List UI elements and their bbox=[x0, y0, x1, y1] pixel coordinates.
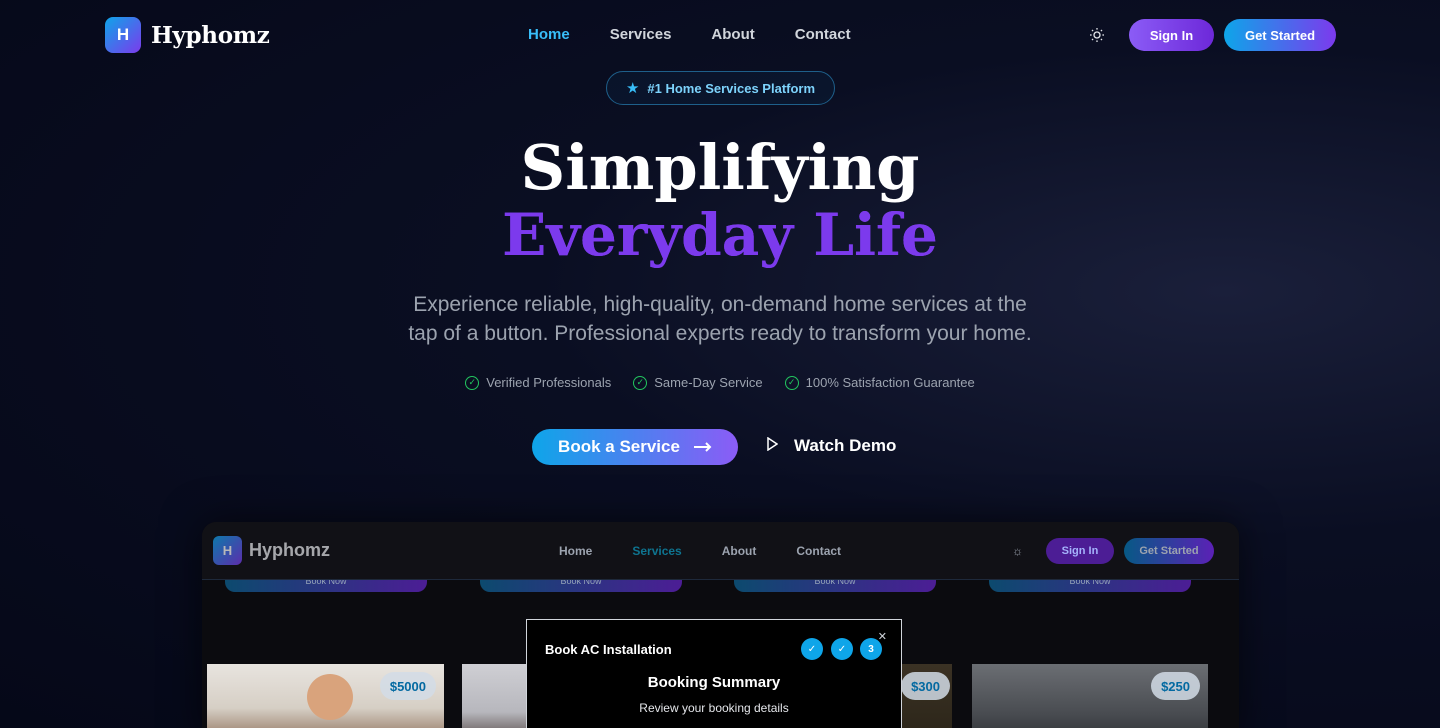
service-card: $250 bbox=[972, 664, 1208, 728]
nav-link-contact[interactable]: Contact bbox=[795, 26, 851, 43]
feature-list: ✓ Verified Professionals ✓ Same-Day Serv… bbox=[0, 375, 1440, 390]
feature-item: ✓ Verified Professionals bbox=[465, 375, 611, 390]
play-icon bbox=[766, 436, 779, 456]
check-circle-icon: ✓ bbox=[784, 375, 799, 390]
preview-book-now: Book Now bbox=[225, 580, 427, 592]
feature-label: 100% Satisfaction Guarantee bbox=[805, 375, 975, 390]
preview-link-home: Home bbox=[559, 544, 593, 558]
preview-sun-icon: ☼ bbox=[1012, 544, 1023, 558]
service-card: $300 bbox=[900, 664, 952, 728]
modal-title: Book AC Installation bbox=[545, 642, 672, 657]
book-service-label: Book a Service bbox=[558, 437, 680, 456]
get-started-button[interactable]: Get Started bbox=[1224, 19, 1336, 51]
feature-label: Same-Day Service bbox=[654, 375, 763, 390]
service-image bbox=[307, 674, 353, 720]
hero-subtitle-line1: Experience reliable, high-quality, on-de… bbox=[413, 293, 1027, 316]
hero-subtitle-line2: tap of a button. Professional experts re… bbox=[408, 322, 1032, 345]
preview-link-about: About bbox=[721, 544, 757, 558]
service-card bbox=[462, 664, 532, 728]
hero-subtitle: Experience reliable, high-quality, on-de… bbox=[370, 290, 1070, 348]
nav-link-home[interactable]: Home bbox=[528, 26, 570, 43]
preview-nav-links: Home Services About Contact bbox=[559, 544, 841, 558]
top-nav: H Hyphomz Home Services About Contact Si… bbox=[0, 0, 1440, 70]
arrow-right-icon bbox=[693, 437, 712, 457]
preview-book-now: Book Now bbox=[989, 580, 1191, 592]
preview-nav: H Hyphomz Home Services About Contact ☼ … bbox=[202, 522, 1239, 580]
price-badge: $250 bbox=[1151, 672, 1200, 700]
feature-label: Verified Professionals bbox=[486, 375, 612, 390]
check-circle-icon: ✓ bbox=[633, 375, 648, 390]
booking-modal: Book AC Installation ✓ ✓ 3 ✕ Booking Sum… bbox=[526, 619, 902, 728]
preview-link-contact: Contact bbox=[796, 544, 842, 558]
nav-link-services[interactable]: Services bbox=[610, 26, 672, 43]
preview-book-now: Book Now bbox=[480, 580, 682, 592]
check-circle-icon: ✓ bbox=[465, 375, 480, 390]
feature-item: ✓ 100% Satisfaction Guarantee bbox=[784, 375, 975, 390]
preview-link-services: Services bbox=[632, 544, 682, 558]
preview-sign-in-button: Sign In bbox=[1046, 538, 1114, 564]
preview-logo-text: Hyphomz bbox=[249, 540, 330, 560]
modal-subheading: Review your booking details bbox=[639, 701, 789, 715]
nav-links: Home Services About Contact bbox=[528, 26, 851, 43]
hero-title-line2: Everyday Life bbox=[0, 200, 1440, 270]
feature-item: ✓ Same-Day Service bbox=[633, 375, 763, 390]
step-check-icon: ✓ bbox=[801, 638, 823, 660]
logo[interactable]: H Hyphomz bbox=[105, 17, 270, 53]
watch-demo-label: Watch Demo bbox=[794, 436, 897, 455]
logo-text: Hyphomz bbox=[151, 21, 270, 49]
sign-in-button[interactable]: Sign In bbox=[1129, 19, 1214, 51]
badge-text: #1 Home Services Platform bbox=[647, 80, 816, 96]
preview-get-started-button: Get Started bbox=[1124, 538, 1214, 564]
close-icon[interactable]: ✕ bbox=[878, 630, 887, 643]
modal-heading: Booking Summary bbox=[647, 674, 781, 691]
preview-logo-mark: H bbox=[213, 536, 242, 565]
preview-book-now: Book Now bbox=[734, 580, 936, 592]
price-badge: $5000 bbox=[379, 672, 436, 700]
service-card: $5000 bbox=[207, 664, 444, 728]
nav-link-about[interactable]: About bbox=[711, 26, 754, 43]
logo-mark: H bbox=[105, 17, 141, 53]
sun-icon[interactable] bbox=[1089, 27, 1105, 43]
platform-badge: ★ #1 Home Services Platform bbox=[606, 71, 835, 105]
hero-title-line1: Simplifying bbox=[520, 131, 920, 204]
watch-demo-button[interactable]: Watch Demo bbox=[766, 436, 896, 456]
price-badge: $300 bbox=[901, 672, 950, 700]
preview-logo: H Hyphomz bbox=[213, 536, 330, 565]
step-check-icon: ✓ bbox=[831, 638, 853, 660]
book-service-button[interactable]: Book a Service bbox=[532, 429, 738, 465]
star-icon: ★ bbox=[625, 80, 640, 97]
